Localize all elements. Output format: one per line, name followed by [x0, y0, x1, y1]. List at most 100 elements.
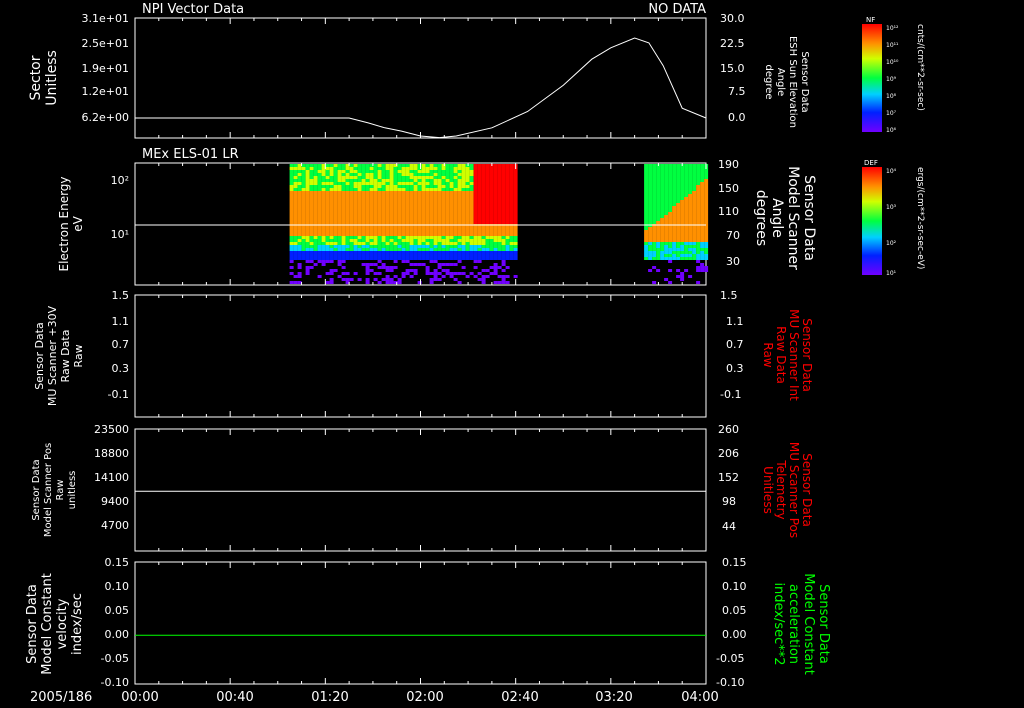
spectrogram-cell — [425, 206, 430, 209]
spectrogram-cell — [405, 209, 410, 212]
spectrogram-cell — [293, 185, 298, 188]
spectrogram-cell — [393, 176, 398, 179]
spectrogram-cell — [433, 200, 438, 203]
spectrogram-cell — [425, 230, 430, 233]
spectrogram-cell — [644, 167, 649, 170]
spectrogram-cell — [421, 200, 426, 203]
spectrogram-cell — [660, 185, 665, 188]
spectrogram-cell — [469, 257, 474, 260]
spectrogram-cell — [684, 197, 689, 200]
p3-right-label-line: Raw Data — [774, 326, 788, 384]
spectrogram-cell — [293, 176, 298, 179]
spectrogram-cell — [481, 191, 486, 194]
spectrogram-cell — [692, 230, 697, 233]
spectrogram-cell — [297, 179, 302, 182]
spectrogram-cell — [309, 248, 314, 251]
spectrogram-cell — [397, 257, 402, 260]
spectrogram-cell — [680, 230, 685, 233]
spectrogram-cell — [397, 278, 402, 281]
spectrogram-cell — [293, 281, 298, 284]
spectrogram-cell — [365, 200, 370, 203]
spectrogram-cell — [493, 233, 498, 236]
spectrogram-cell — [349, 185, 354, 188]
spectrogram-cell — [433, 233, 438, 236]
spectrogram-cell — [373, 197, 378, 200]
spectrogram-cell — [353, 185, 358, 188]
spectrogram-cell — [317, 236, 322, 239]
spectrogram-cell — [493, 266, 498, 269]
spectrogram-cell — [381, 263, 386, 266]
spectrogram-cell — [505, 242, 510, 245]
spectrogram-cell — [389, 182, 394, 185]
spectrogram-cell — [405, 179, 410, 182]
panel3-frame — [134, 294, 707, 418]
spectrogram-cell — [389, 248, 394, 251]
spectrogram-cell — [353, 176, 358, 179]
spectrogram-cell — [397, 203, 402, 206]
spectrogram-cell — [357, 242, 362, 245]
spectrogram-cell — [341, 251, 346, 254]
spectrogram-cell — [684, 218, 689, 221]
spectrogram-cell — [421, 254, 426, 257]
spectrogram-cell — [505, 218, 510, 221]
spectrogram-cell — [429, 200, 434, 203]
spectrogram-cell — [700, 218, 705, 221]
spectrogram-cell — [453, 191, 458, 194]
spectrogram-cell — [393, 185, 398, 188]
spectrogram-cell — [457, 251, 462, 254]
spectrogram-cell — [493, 179, 498, 182]
spectrogram-cell — [329, 233, 334, 236]
spectrogram-cell — [385, 254, 390, 257]
spectrogram-cell — [660, 221, 665, 224]
spectrogram-cell — [297, 164, 302, 167]
panel3-right-ticks: 1.5 1.1 0.7 0.3 -0.1 — [720, 289, 744, 401]
spectrogram-cell — [489, 209, 494, 212]
p4-right-label-line: Sensor Data — [800, 453, 814, 527]
spectrogram-cell — [293, 200, 298, 203]
spectrogram-cell — [401, 233, 406, 236]
spectrogram-cell — [425, 164, 430, 167]
spectrogram-cell — [469, 179, 474, 182]
spectrogram-cell — [333, 227, 338, 230]
spectrogram-cell — [497, 239, 502, 242]
spectrogram-cell — [297, 281, 302, 284]
spectrogram-cell — [664, 233, 669, 236]
spectrogram-cell — [417, 209, 422, 212]
spectrogram-cell — [321, 182, 326, 185]
spectrogram-cell — [389, 206, 394, 209]
spectrogram-cell — [321, 197, 326, 200]
spectrogram-cell — [357, 230, 362, 233]
spectrogram-cell — [317, 239, 322, 242]
spectrogram-cell — [441, 218, 446, 221]
spectrogram-cell — [369, 167, 374, 170]
spectrogram-cell — [325, 245, 330, 248]
spectrogram-cell — [473, 257, 478, 260]
spectrogram-cell — [385, 281, 390, 284]
spectrogram-cell — [684, 236, 689, 239]
spectrogram-cell — [361, 200, 366, 203]
spectrogram-cell — [688, 203, 693, 206]
spectrogram-cell — [405, 164, 410, 167]
spectrogram-cell — [652, 194, 657, 197]
spectrogram-cell — [668, 191, 673, 194]
spectrogram-cell — [505, 179, 510, 182]
spectrogram-cell — [325, 257, 330, 260]
spectrogram-cell — [333, 200, 338, 203]
spectrogram-cell — [333, 197, 338, 200]
spectrogram-cell — [321, 257, 326, 260]
spectrogram-cell — [305, 254, 310, 257]
spectrogram-cell — [469, 221, 474, 224]
spectrogram-cell — [341, 227, 346, 230]
spectrogram-cell — [461, 182, 466, 185]
p3-left-tick: 0.3 — [112, 362, 130, 375]
spectrogram-cell — [429, 188, 434, 191]
spectrogram-cell — [461, 254, 466, 257]
spectrogram-cell — [321, 185, 326, 188]
spectrogram-cell — [465, 215, 470, 218]
spectrogram-cell — [329, 173, 334, 176]
spectrogram-cell — [704, 194, 709, 197]
spectrogram-cell — [644, 242, 649, 245]
spectrogram-cell — [509, 167, 514, 170]
spectrogram-cell — [321, 200, 326, 203]
spectrogram-cell — [489, 266, 494, 269]
